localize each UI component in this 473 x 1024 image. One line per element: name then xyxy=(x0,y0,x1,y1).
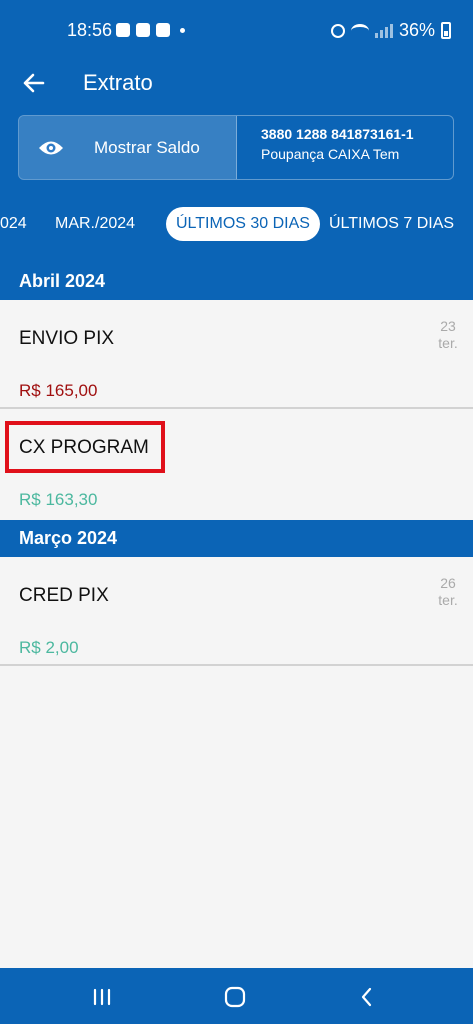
home-icon xyxy=(224,986,246,1008)
show-balance-button[interactable]: Mostrar Saldo xyxy=(19,116,237,179)
transaction-item[interactable]: ENVIO PIX R$ 165,00 23 ter. xyxy=(0,300,473,409)
tab-previous-month[interactable]: 024 xyxy=(0,207,27,241)
status-time: 18:56 xyxy=(67,20,113,40)
wifi-icon xyxy=(350,23,369,38)
app-header: 18:56 36% Extrato Mostrar Saldo 3880 128… xyxy=(0,0,473,263)
recent-apps-button[interactable] xyxy=(87,982,117,1012)
transaction-item[interactable]: CRED PIX R$ 2,00 26 ter. xyxy=(0,557,473,666)
notification-icons xyxy=(116,23,185,37)
status-bar: 18:56 36% xyxy=(0,0,473,62)
system-status: 36% xyxy=(330,20,451,41)
transaction-amount: R$ 2,00 xyxy=(19,638,79,657)
tab-march-2024[interactable]: MAR./2024 xyxy=(55,207,135,241)
month-header: Abril 2024 xyxy=(0,263,473,300)
account-info: 3880 1288 841873161-1 Poupança CAIXA Tem xyxy=(237,116,414,179)
transaction-day: 26 xyxy=(440,575,456,591)
chevron-left-icon xyxy=(361,987,372,1007)
account-type: Poupança CAIXA Tem xyxy=(261,146,400,162)
home-button[interactable] xyxy=(220,982,250,1012)
transaction-title: ENVIO PIX xyxy=(19,328,115,349)
battery-percentage: 36% xyxy=(398,20,435,40)
month-header: Março 2024 xyxy=(0,520,473,557)
transaction-item[interactable]: CX PROGRAM R$ 163,30 xyxy=(0,409,473,518)
notification-icon xyxy=(116,23,130,37)
signal-icon xyxy=(374,23,393,38)
notification-icon xyxy=(156,23,170,37)
transaction-amount: R$ 165,00 xyxy=(19,381,98,400)
transaction-weekday: ter. xyxy=(438,335,458,351)
transaction-day: 23 xyxy=(440,318,456,334)
eye-icon xyxy=(39,141,63,154)
transaction-date: 26 ter. xyxy=(433,575,463,609)
back-nav-button[interactable] xyxy=(352,982,382,1012)
transaction-title: CRED PIX xyxy=(19,585,109,606)
transaction-date: 23 ter. xyxy=(433,318,463,352)
transaction-weekday: ter. xyxy=(438,592,458,608)
alarm-icon xyxy=(330,23,345,38)
tab-last-7-days[interactable]: ÚLTIMOS 7 DIAS xyxy=(329,207,454,241)
statement-list: Abril 2024 ENVIO PIX R$ 165,00 23 ter. C… xyxy=(0,263,473,968)
android-nav-bar xyxy=(0,968,473,1024)
divider xyxy=(0,664,473,666)
recent-apps-icon xyxy=(93,988,111,1006)
transaction-title: CX PROGRAM xyxy=(19,437,149,458)
transaction-amount: R$ 163,30 xyxy=(19,490,98,509)
back-button[interactable] xyxy=(18,67,50,99)
account-number: 3880 1288 841873161-1 xyxy=(261,126,414,142)
show-balance-label: Mostrar Saldo xyxy=(94,137,200,157)
period-tabs: 024 MAR./2024 ÚLTIMOS 30 DIAS ÚLTIMOS 7 … xyxy=(0,203,473,249)
tab-last-30-days[interactable]: ÚLTIMOS 30 DIAS xyxy=(166,207,320,241)
more-notifications-dot-icon xyxy=(180,27,185,33)
page-title: Extrato xyxy=(83,70,153,95)
account-card: Mostrar Saldo 3880 1288 841873161-1 Poup… xyxy=(18,115,454,180)
notification-icon xyxy=(136,23,150,37)
battery-icon xyxy=(441,22,451,39)
arrow-left-icon xyxy=(23,73,45,93)
